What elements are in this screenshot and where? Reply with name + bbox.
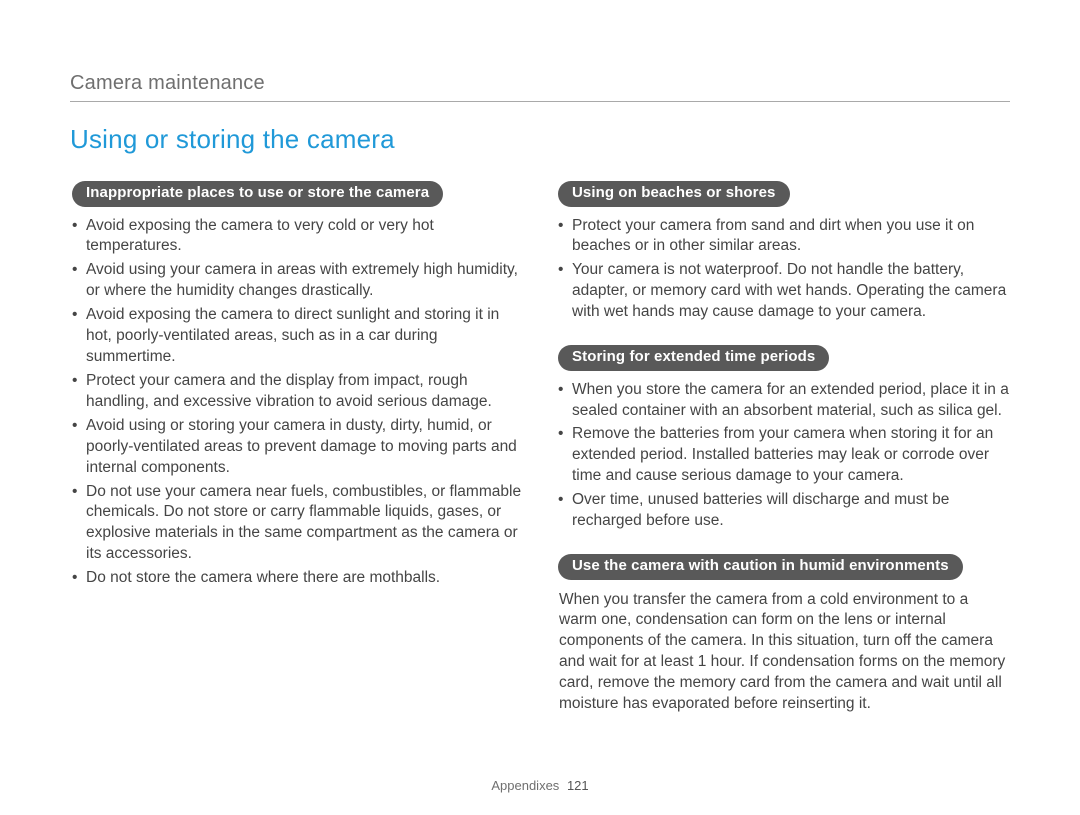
list-item: Avoid exposing the camera to very cold o…: [72, 216, 524, 258]
list-item: Over time, unused batteries will dischar…: [558, 490, 1010, 532]
right-column: Using on beaches or shores Protect your …: [556, 181, 1010, 715]
list-item: Your camera is not waterproof. Do not ha…: [558, 260, 1010, 323]
chapter-title: Camera maintenance: [70, 72, 1010, 95]
list-item: Protect your camera from sand and dirt w…: [558, 216, 1010, 258]
footer-label: Appendixes: [491, 778, 559, 793]
list-item: Avoid using your camera in areas with ex…: [72, 260, 524, 302]
list-item: Avoid exposing the camera to direct sunl…: [72, 305, 524, 368]
list-item: Protect your camera and the display from…: [72, 371, 524, 413]
left-column: Inappropriate places to use or store the…: [70, 181, 524, 715]
bullet-list: Protect your camera from sand and dirt w…: [558, 216, 1010, 324]
page-footer: Appendixes 121: [0, 778, 1080, 793]
section-heading-humid: Use the camera with caution in humid env…: [558, 554, 963, 580]
section-heading-storing: Storing for extended time periods: [558, 345, 829, 371]
list-item: When you store the camera for an extende…: [558, 380, 1010, 422]
list-item: Avoid using or storing your camera in du…: [72, 416, 524, 479]
bullet-list: When you store the camera for an extende…: [558, 380, 1010, 532]
section-heading-beaches: Using on beaches or shores: [558, 181, 790, 207]
bullet-list: Avoid exposing the camera to very cold o…: [72, 216, 524, 590]
section-paragraph: When you transfer the camera from a cold…: [559, 590, 1007, 716]
horizontal-rule: [70, 101, 1010, 102]
page-title: Using or storing the camera: [70, 124, 1010, 155]
list-item: Remove the batteries from your camera wh…: [558, 424, 1010, 487]
section-heading-inappropriate: Inappropriate places to use or store the…: [72, 181, 443, 207]
list-item: Do not use your camera near fuels, combu…: [72, 482, 524, 566]
footer-page-number: 121: [567, 778, 589, 793]
list-item: Do not store the camera where there are …: [72, 568, 524, 589]
page: Camera maintenance Using or storing the …: [0, 0, 1080, 815]
